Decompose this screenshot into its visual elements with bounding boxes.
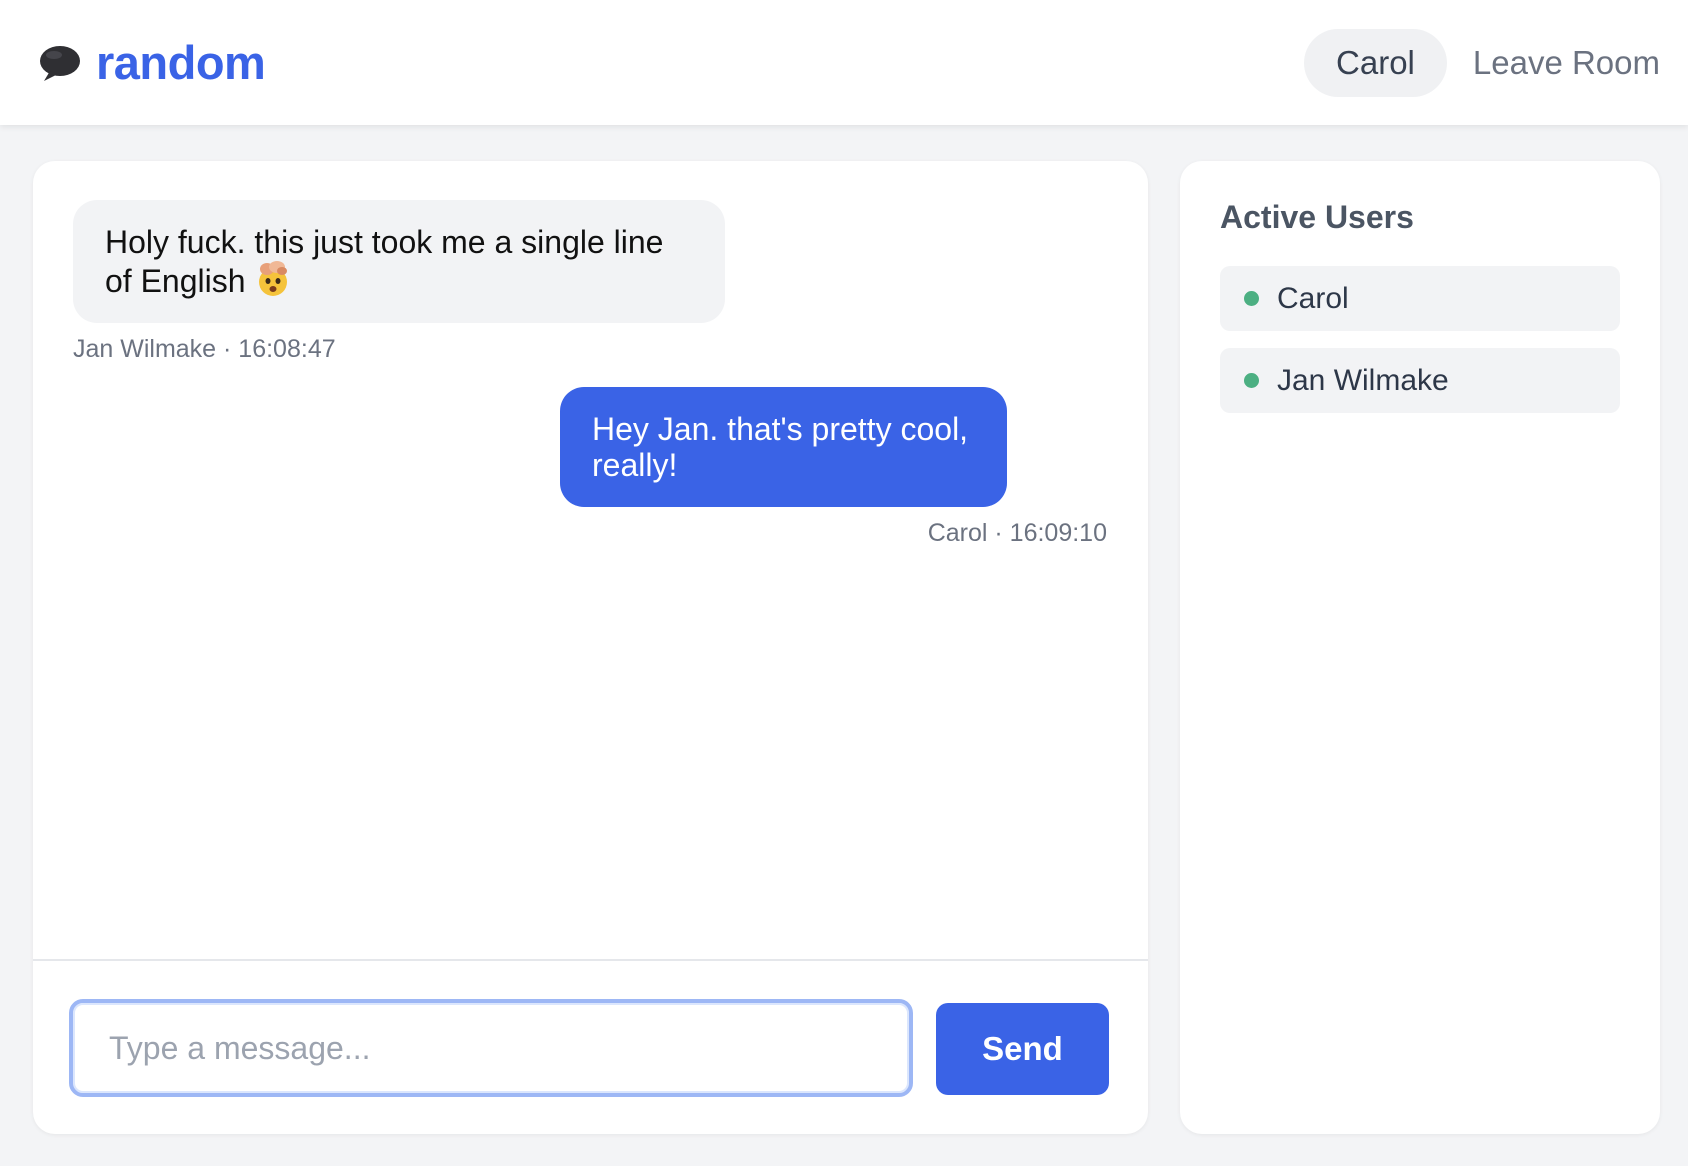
message-list[interactable]: Holy fuck. this just took me a single li… [33, 161, 1148, 959]
current-user-badge: Carol [1304, 28, 1447, 97]
app-header: random Carol Leave Room [0, 0, 1688, 125]
room-brand: random [36, 35, 266, 90]
message-text: Hey Jan. that's pretty cool, really! [592, 411, 969, 483]
online-status-icon [1244, 291, 1259, 306]
message-bubble: Holy fuck. this just took me a single li… [73, 200, 725, 323]
message-item: Hey Jan. that's pretty cool, really! Car… [73, 387, 1107, 548]
user-name: Carol [1277, 281, 1349, 315]
exploding-head-icon [259, 261, 288, 296]
speech-bubble-icon [40, 45, 80, 81]
chat-panel: Holy fuck. this just took me a single li… [33, 161, 1148, 1134]
user-list: Carol Jan Wilmake [1220, 266, 1620, 413]
user-name: Jan Wilmake [1277, 363, 1449, 397]
header-actions: Carol Leave Room [1304, 28, 1660, 97]
active-users-title: Active Users [1220, 199, 1414, 235]
user-list-item[interactable]: Carol [1220, 266, 1620, 331]
active-users-panel: Active Users Carol Jan Wilmake [1180, 161, 1660, 1134]
message-item: Holy fuck. this just took me a single li… [73, 200, 1107, 364]
send-button[interactable]: Send [936, 1003, 1109, 1095]
message-meta: Carol · 16:09:10 [927, 519, 1107, 547]
room-title: random [96, 36, 266, 89]
user-list-item[interactable]: Jan Wilmake [1220, 348, 1620, 413]
message-bubble: Hey Jan. that's pretty cool, really! [560, 387, 1007, 507]
leave-room-button[interactable]: Leave Room [1473, 44, 1660, 82]
online-status-icon [1244, 373, 1259, 388]
message-composer: Send [33, 959, 1148, 1134]
message-meta: Jan Wilmake · 16:08:47 [73, 335, 336, 363]
message-input[interactable] [69, 999, 913, 1097]
message-text: Holy fuck. this just took me a single li… [105, 224, 664, 299]
